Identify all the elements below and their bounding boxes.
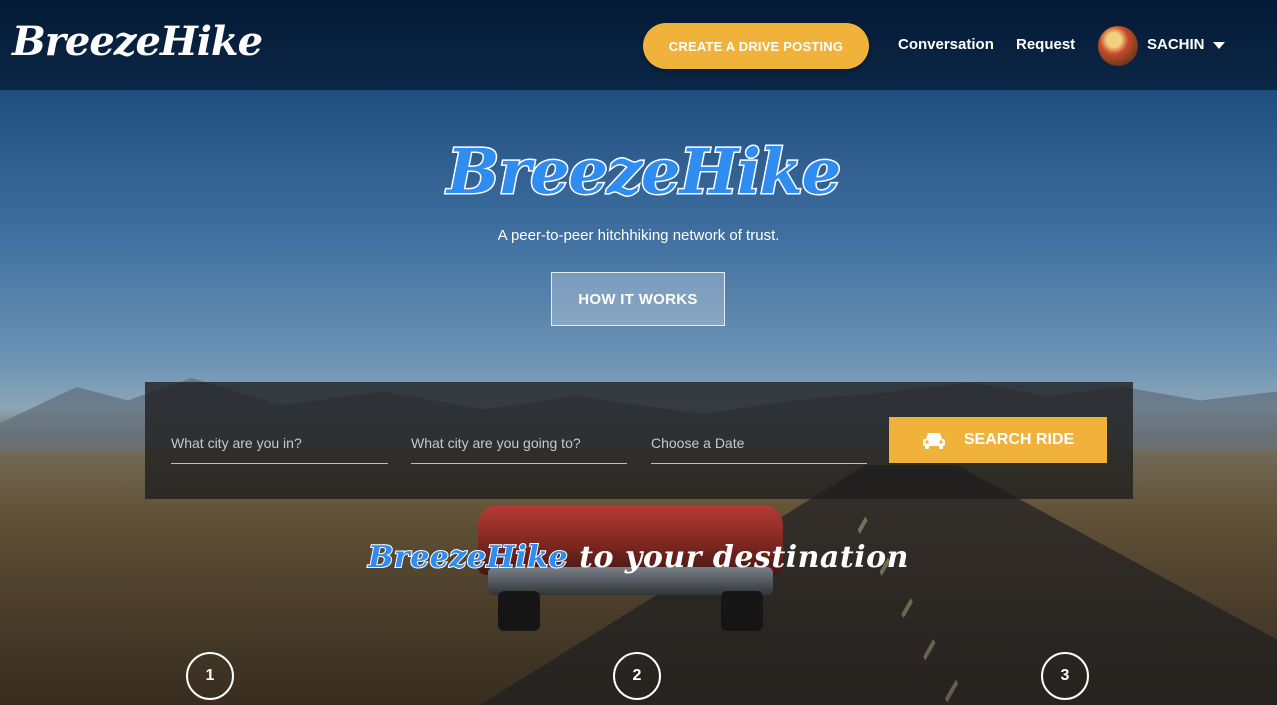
ride-search-panel: SEARCH RIDE xyxy=(145,382,1133,499)
destination-text: to your destination xyxy=(568,540,909,575)
create-drive-posting-button[interactable]: CREATE A DRIVE POSTING xyxy=(643,23,869,69)
hero-tagline: A peer-to-peer hitchhiking network of tr… xyxy=(497,227,780,244)
top-navbar: BreezeHike CREATE A DRIVE POSTING Conver… xyxy=(0,0,1277,90)
car-icon xyxy=(922,433,945,449)
destination-city-input[interactable] xyxy=(411,422,627,464)
user-avatar[interactable] xyxy=(1098,26,1138,66)
origin-city-input[interactable] xyxy=(171,422,388,464)
header-logo[interactable]: BreezeHike xyxy=(12,18,263,65)
search-ride-button[interactable]: SEARCH RIDE xyxy=(889,417,1107,463)
destination-brand: BreezeHike xyxy=(367,539,569,576)
how-it-works-button[interactable]: HOW IT WORKS xyxy=(551,272,725,326)
search-ride-label: SEARCH RIDE xyxy=(963,431,1075,448)
nav-conversation-link[interactable]: Conversation xyxy=(898,36,994,53)
step-1-badge: 1 xyxy=(186,652,234,700)
step-2-badge: 2 xyxy=(613,652,661,700)
destination-heading: BreezeHike to your destination xyxy=(0,539,1277,576)
nav-request-link[interactable]: Request xyxy=(1016,36,1075,53)
user-menu-caret-icon[interactable] xyxy=(1213,42,1225,49)
step-3-badge: 3 xyxy=(1041,652,1089,700)
user-name[interactable]: SACHIN xyxy=(1147,36,1205,53)
hero-logo: BreezeHike xyxy=(446,134,843,210)
date-input[interactable] xyxy=(651,422,867,464)
hero-background xyxy=(0,0,1277,705)
